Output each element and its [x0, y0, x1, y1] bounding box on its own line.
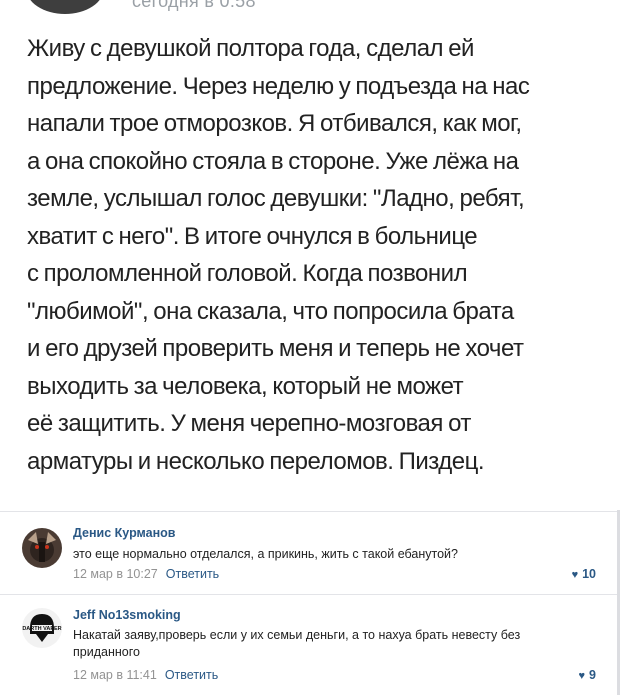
comment-text: Накатай заяву,проверь если у их семьи де…	[73, 628, 521, 659]
comments-divider	[0, 511, 620, 512]
like-button[interactable]: ♥ 10	[572, 567, 596, 581]
comment-date[interactable]: 12 мар в 11:41	[73, 668, 157, 682]
comment-author[interactable]: Jeff No13smoking	[73, 608, 181, 622]
like-button[interactable]: ♥ 9	[579, 668, 596, 682]
author-avatar[interactable]	[26, 0, 104, 14]
heart-icon: ♥	[578, 670, 586, 682]
like-count: 9	[589, 668, 596, 682]
comment-divider	[0, 594, 620, 595]
post-text: Живу с девушкой полтора года, сделал ей …	[27, 35, 530, 475]
reply-button[interactable]: Ответить	[165, 668, 218, 682]
comment-text: это еще нормально отделался, а прикинь, …	[73, 547, 458, 561]
comment-meta: 12 мар в 10:27 Ответить	[73, 567, 219, 581]
post-header: сегодня в 0:58	[0, 0, 620, 14]
post-timestamp: сегодня в 0:58	[132, 0, 256, 11]
commenter-avatar[interactable]	[22, 528, 62, 568]
reply-button[interactable]: Ответить	[166, 567, 219, 581]
comment-date[interactable]: 12 мар в 10:27	[73, 567, 158, 581]
comment-author[interactable]: Денис Курманов	[73, 526, 175, 540]
avatar-image	[22, 528, 62, 568]
commenter-avatar[interactable]: DARTH VAPER	[22, 608, 62, 648]
avatar-caption: DARTH VAPER	[22, 626, 61, 632]
comment-meta: 12 мар в 11:41 Ответить	[73, 668, 218, 682]
heart-icon: ♥	[571, 569, 579, 581]
like-count: 10	[582, 567, 596, 581]
avatar-image: DARTH VAPER	[22, 608, 62, 648]
